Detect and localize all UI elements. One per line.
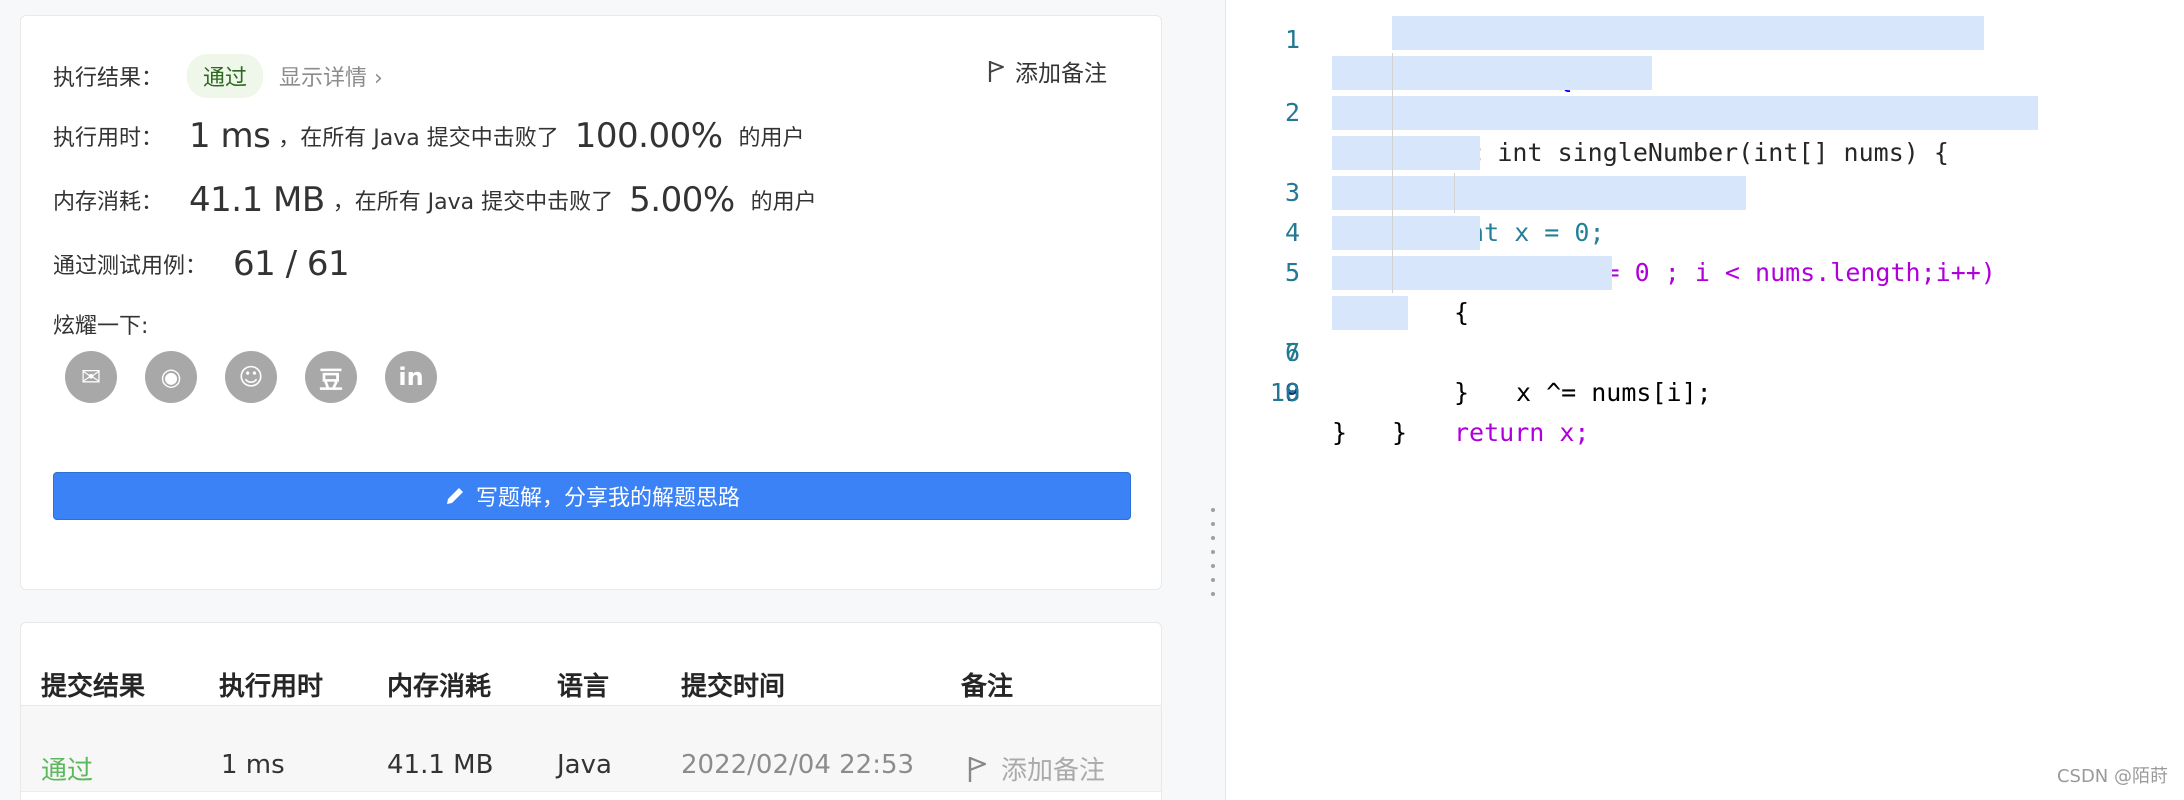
col-header-result: 提交结果 [41,672,146,702]
status-badge: 通过 [187,54,264,98]
row-language: Java [557,750,612,780]
memory-row: 内存消耗： 41.1 MB ，在所有 Java 提交中击败了 5.00% 的用户 [53,180,817,220]
line-number: 10 [1269,378,1300,407]
time-beat-text: ，在所有 Java 提交中击败了 [278,126,559,151]
tests-value: 61 / 61 [233,244,350,284]
code-text: x ^= nums[i]; [1516,378,1712,407]
row-result-link[interactable]: 通过 [41,750,93,787]
flag-icon [968,756,987,782]
add-note-label: 添加备注 [1015,61,1107,87]
col-header-note: 备注 [961,672,1014,702]
code-text: } [1454,378,1470,407]
show-details-link[interactable]: 显示详情 › [279,60,383,92]
code-line: 4 for(int i = 0 ; i < nums.length;i++) [1226,93,2184,287]
grip-dot [1211,564,1215,568]
row-time: 1 ms [221,750,285,780]
left-pane: 执行结果： 通过 显示详情 › 添加备注 执行用时： 1 ms ，在所有 Jav… [0,0,1200,800]
row-submitted: 2022/02/04 22:53 [681,750,915,780]
memory-beat-text: ，在所有 Java 提交中击败了 [332,190,614,215]
time-users-suffix: 的用户 [738,126,805,151]
code-line: 7 } [1226,213,2184,407]
code-text: } [1332,418,1348,447]
code-text: return x; [1454,418,1590,447]
code-line: 2 public int singleNumber(int[] nums) { [1226,13,2184,167]
add-note-button[interactable]: 添加备注 [987,54,1107,88]
time-percent: 100.00% [574,116,723,156]
memory-users-suffix: 的用户 [750,190,817,215]
col-header-language: 语言 [557,672,610,702]
douban-icon[interactable]: 豆 [305,351,357,403]
wechat-icon[interactable]: ✉ [65,351,117,403]
tests-label: 通过测试用例： [53,254,208,279]
memory-percent: 5.00% [629,180,735,220]
watermark: CSDN @陌莳 [2056,766,2168,787]
code-line: 6 x ^= nums[i]; [1226,173,2184,407]
code-line: 5 { [1226,133,2184,327]
code-line: 3 int x = 0; [1226,53,2184,247]
row-memory: 41.1 MB [387,750,494,780]
result-card: 执行结果： 通过 显示详情 › 添加备注 执行用时： 1 ms ，在所有 Jav… [20,15,1162,590]
share-row-label: 炫耀一下: [53,308,148,340]
grip-dot [1211,578,1215,582]
exec-result-row: 执行结果： 通过 显示详情 › [53,54,383,98]
col-header-memory: 内存消耗 [387,672,492,702]
exec-result-label: 执行结果： [53,66,164,91]
flag-icon [988,61,1004,82]
linkedin-icon[interactable]: in [385,351,437,403]
grip-dot [1211,592,1215,596]
tests-row: 通过测试用例： 61 / 61 [53,244,350,284]
col-header-submitted: 提交时间 [681,672,786,702]
share-label: 炫耀一下: [53,314,149,339]
write-solution-button[interactable]: 写题解，分享我的解题思路 [53,472,1131,520]
grip-dot [1211,508,1215,512]
code-text: } [1392,418,1408,447]
qq-icon[interactable]: ☺ [225,351,277,403]
code-line: 10 } [1226,333,2184,447]
col-header-time: 执行用时 [219,672,324,702]
grip-dot [1211,522,1215,526]
time-label: 执行用时： [53,126,164,151]
time-row: 执行用时： 1 ms ，在所有 Java 提交中击败了 100.00% 的用户 [53,116,805,156]
grip-dot [1211,536,1215,540]
write-solution-label: 写题解，分享我的解题思路 [475,486,740,511]
memory-value: 41.1 MB [189,180,325,220]
submissions-table: 提交结果 执行用时 内存消耗 语言 提交时间 备注 通过 1 ms 41.1 M… [20,622,1162,800]
share-buttons: ✉ ◉ ☺ 豆 in [65,351,437,403]
time-value: 1 ms [189,116,271,156]
row-add-note-label: 添加备注 [1001,756,1106,786]
code-line: 8 return x; [1226,253,2184,447]
pencil-icon [446,488,463,504]
weibo-icon[interactable]: ◉ [145,351,197,403]
pane-resize-handle[interactable] [1200,0,1226,800]
memory-label: 内存消耗： [53,190,164,215]
grip-dot [1211,550,1215,554]
code-line: 9 } [1226,293,2184,447]
code-editor[interactable]: 1 class Solution { 2 public int singleNu… [1226,0,2184,800]
row-add-note-button[interactable]: 添加备注 [967,750,1105,787]
